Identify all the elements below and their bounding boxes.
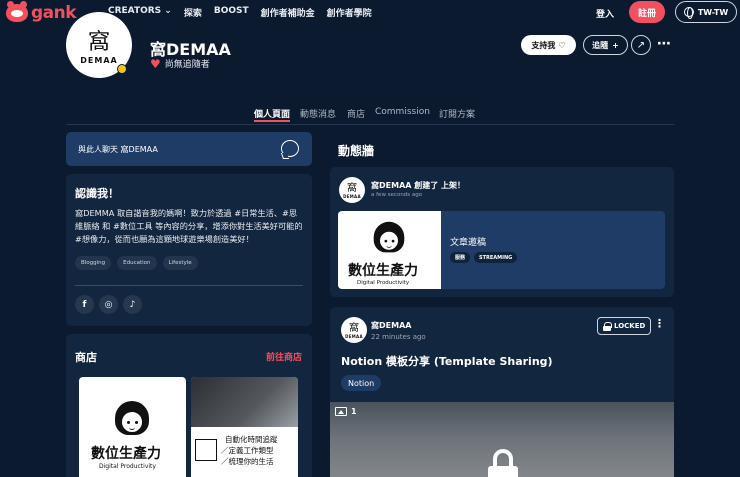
- facebook-icon[interactable]: f: [75, 295, 94, 314]
- tiktok-icon[interactable]: ♪: [123, 295, 142, 314]
- social-links: f ◎ ♪: [75, 295, 142, 314]
- logo-icon: [6, 1, 28, 22]
- profile-tabs: 個人頁面 動態消息 商店 Commission 訂閱方案: [66, 103, 674, 125]
- product-photo: [191, 377, 298, 427]
- active-tab-indicator: [254, 120, 290, 122]
- post-tag[interactable]: Notion: [341, 375, 382, 391]
- more-options-button[interactable]: ⋯: [657, 36, 672, 52]
- post-timestamp: 22 minutes ago: [371, 333, 426, 341]
- go-to-shop-link[interactable]: 前往商店: [266, 350, 302, 363]
- about-title: 認識我！: [75, 187, 119, 200]
- instagram-icon[interactable]: ◎: [99, 295, 118, 314]
- post-menu-button[interactable]: ⋮: [654, 318, 665, 329]
- share-icon: ↗: [636, 39, 646, 51]
- support-button[interactable]: 支持我 ♡: [521, 35, 576, 55]
- login-link[interactable]: 登入: [596, 7, 614, 20]
- follow-button[interactable]: 追隨 +: [583, 35, 628, 55]
- chat-label: 與此人聊天 窩DEMAA: [78, 144, 158, 154]
- nav-link-explore[interactable]: 探索: [184, 6, 202, 19]
- post-timestamp: a few seconds ago: [371, 192, 423, 198]
- tab-profile[interactable]: 個人頁面: [254, 107, 290, 120]
- product-line-3: ／梳理你的生活: [221, 457, 274, 466]
- shop-title: 商店: [75, 351, 97, 364]
- locked-badge: LOCKED: [597, 317, 652, 335]
- heart-icon: ♥: [150, 56, 161, 71]
- author-avatar[interactable]: 窩 DEMAA: [339, 177, 365, 203]
- product-title: 數位生產力: [91, 446, 161, 462]
- language-selector[interactable]: TW-TW: [675, 1, 737, 23]
- heart-outline-icon: ♡: [558, 40, 566, 50]
- tab-shop[interactable]: 商店: [347, 107, 365, 120]
- divider: [75, 285, 303, 286]
- shop-card: 商店 前往商店 數位生產力 Digital Productivity 自動化時間…: [66, 334, 312, 477]
- thumbnail-title: 數位生產力: [348, 263, 418, 279]
- lock-icon: [603, 321, 612, 331]
- feed-heading: 動態牆: [338, 144, 375, 158]
- mini-cover-icon: [195, 439, 217, 461]
- feed-post: 窩 DEMAA 窩DEMAA 創建了 上架！ a few seconds ago…: [330, 167, 674, 297]
- chat-with-creator-card[interactable]: 與此人聊天 窩DEMAA: [66, 132, 312, 166]
- nav-links: CREATORS ⌄ 探索 BOOST 創作者補助金 創作者學院: [108, 6, 372, 19]
- thumbnail-subtitle: Digital Productivity: [357, 280, 410, 286]
- language-label: TW-TW: [697, 7, 729, 17]
- image-count: 1: [335, 407, 357, 416]
- tag-service: 服務: [450, 252, 471, 263]
- follower-count: ♥ 尚無追隨者: [150, 56, 210, 71]
- product-card[interactable]: 數位生產力 Digital Productivity: [79, 377, 186, 477]
- post-title[interactable]: Notion 模板分享 (Template Sharing): [341, 353, 553, 369]
- feed-post: 窩 DEMAA 窩DEMAA 22 minutes ago LOCKED ⋮ N…: [330, 307, 674, 477]
- listing-card[interactable]: 數位生產力 Digital Productivity 文章邀稿 服務 STREA…: [338, 211, 665, 289]
- category-tags: Blogging Education Lifestyle: [75, 256, 198, 270]
- product-card[interactable]: 自動化時間追蹤 ／定義工作類型 ／梳理你的生活: [191, 377, 298, 477]
- tab-commission[interactable]: Commission: [375, 107, 430, 117]
- tag-education[interactable]: Education: [117, 256, 157, 270]
- followers-text: 尚無追隨者: [164, 60, 210, 70]
- plus-icon: +: [612, 40, 619, 50]
- tab-posts[interactable]: 動態消息: [300, 107, 336, 120]
- tag-blogging[interactable]: Blogging: [75, 256, 112, 270]
- post-author-line: 窩DEMAA 創建了 上架！: [371, 181, 466, 190]
- chat-bubble-icon[interactable]: [281, 140, 299, 157]
- tag-streaming: STREAMING: [474, 252, 518, 263]
- nav-link-creator-grant[interactable]: 創作者補助金: [261, 6, 315, 19]
- chevron-down-icon: ⌄: [164, 6, 172, 16]
- product-line-2: ／定義工作類型: [221, 446, 274, 455]
- tab-subscription[interactable]: 訂閱方案: [439, 107, 475, 120]
- person-illustration-icon: [373, 221, 405, 254]
- gank-logo[interactable]: gank: [6, 1, 77, 23]
- nav-link-boost[interactable]: BOOST: [214, 6, 249, 19]
- globe-icon: [683, 7, 694, 19]
- product-subtitle: Digital Productivity: [99, 463, 156, 470]
- listing-tags: 服務 STREAMING: [450, 252, 518, 263]
- listing-thumbnail: 數位生產力 Digital Productivity: [338, 211, 441, 289]
- product-line-1: 自動化時間追蹤: [225, 435, 278, 444]
- locked-image-preview[interactable]: 1: [330, 402, 674, 477]
- nav-link-creator-academy[interactable]: 創作者學院: [327, 6, 372, 19]
- about-card: 認識我！ 窩DEMMA 取自諧音我的媽啊！致力於透過 #日常生活、#思維脈絡 和…: [66, 174, 312, 326]
- status-dot: [117, 64, 127, 74]
- share-button[interactable]: ↗: [631, 35, 651, 55]
- logo-text: gank: [31, 3, 77, 23]
- tag-lifestyle[interactable]: Lifestyle: [162, 256, 198, 270]
- listing-caption: 文章邀稿: [450, 238, 487, 248]
- about-text: 窩DEMMA 取自諧音我的媽啊！致力於透過 #日常生活、#思維脈絡 和 #數位工…: [75, 208, 303, 244]
- author-avatar[interactable]: 窩 DEMAA: [341, 317, 367, 343]
- post-author: 窩DEMAA: [371, 321, 412, 330]
- lock-icon: [488, 449, 518, 477]
- image-icon: [335, 407, 347, 416]
- signup-button[interactable]: 註冊: [629, 1, 665, 23]
- person-illustration-icon: [115, 401, 149, 437]
